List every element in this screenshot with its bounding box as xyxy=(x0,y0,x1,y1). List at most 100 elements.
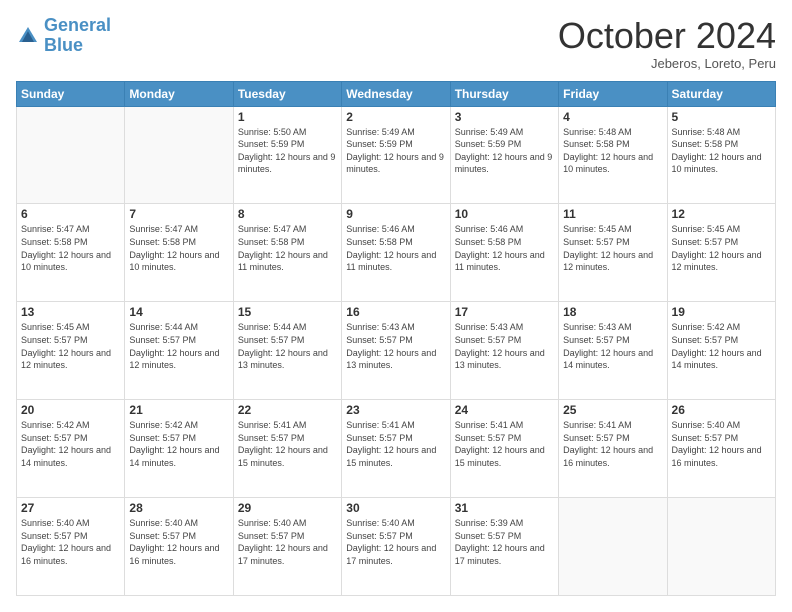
day-info: Sunrise: 5:41 AM Sunset: 5:57 PM Dayligh… xyxy=(346,419,445,469)
weekday-header-wednesday: Wednesday xyxy=(342,81,450,106)
day-number: 22 xyxy=(238,403,337,417)
calendar-cell: 11 Sunrise: 5:45 AM Sunset: 5:57 PM Dayli… xyxy=(559,204,667,302)
day-info: Sunrise: 5:48 AM Sunset: 5:58 PM Dayligh… xyxy=(672,126,771,176)
day-info: Sunrise: 5:48 AM Sunset: 5:58 PM Dayligh… xyxy=(563,126,662,176)
weekday-header-saturday: Saturday xyxy=(667,81,775,106)
day-number: 1 xyxy=(238,110,337,124)
title-block: October 2024 Jeberos, Loreto, Peru xyxy=(558,16,776,71)
month-title: October 2024 xyxy=(558,16,776,56)
day-number: 3 xyxy=(455,110,554,124)
day-number: 9 xyxy=(346,207,445,221)
calendar-cell: 29 Sunrise: 5:40 AM Sunset: 5:57 PM Dayli… xyxy=(233,498,341,596)
calendar-cell: 13 Sunrise: 5:45 AM Sunset: 5:57 PM Dayli… xyxy=(17,302,125,400)
day-number: 12 xyxy=(672,207,771,221)
calendar-cell: 14 Sunrise: 5:44 AM Sunset: 5:57 PM Dayli… xyxy=(125,302,233,400)
day-number: 25 xyxy=(563,403,662,417)
day-number: 11 xyxy=(563,207,662,221)
calendar-cell: 7 Sunrise: 5:47 AM Sunset: 5:58 PM Daylig… xyxy=(125,204,233,302)
day-info: Sunrise: 5:41 AM Sunset: 5:57 PM Dayligh… xyxy=(563,419,662,469)
calendar-cell: 6Sunrise: 5:47 AM Sunset: 5:58 PM Daylig… xyxy=(17,204,125,302)
calendar-cell: 12 Sunrise: 5:45 AM Sunset: 5:57 PM Dayli… xyxy=(667,204,775,302)
calendar-cell: 30Sunrise: 5:40 AM Sunset: 5:57 PM Dayli… xyxy=(342,498,450,596)
week-row-4: 27Sunrise: 5:40 AM Sunset: 5:57 PM Dayli… xyxy=(17,498,776,596)
day-info: Sunrise: 5:47 AM Sunset: 5:58 PM Dayligh… xyxy=(129,223,228,273)
day-info: Sunrise: 5:50 AM Sunset: 5:59 PM Dayligh… xyxy=(238,126,337,176)
day-number: 4 xyxy=(563,110,662,124)
calendar-cell: 15 Sunrise: 5:44 AM Sunset: 5:57 PM Dayli… xyxy=(233,302,341,400)
calendar-cell: 1 Sunrise: 5:50 AM Sunset: 5:59 PM Daylig… xyxy=(233,106,341,204)
day-info: Sunrise: 5:40 AM Sunset: 5:57 PM Dayligh… xyxy=(238,517,337,567)
calendar-cell xyxy=(17,106,125,204)
calendar-cell: 24 Sunrise: 5:41 AM Sunset: 5:57 PM Dayli… xyxy=(450,400,558,498)
day-number: 2 xyxy=(346,110,445,124)
week-row-0: 1 Sunrise: 5:50 AM Sunset: 5:59 PM Daylig… xyxy=(17,106,776,204)
calendar-cell: 21 Sunrise: 5:42 AM Sunset: 5:57 PM Dayli… xyxy=(125,400,233,498)
day-number: 8 xyxy=(238,207,337,221)
day-number: 21 xyxy=(129,403,228,417)
day-info: Sunrise: 5:49 AM Sunset: 5:59 PM Dayligh… xyxy=(455,126,554,176)
calendar-cell xyxy=(667,498,775,596)
day-number: 7 xyxy=(129,207,228,221)
logo-icon xyxy=(16,24,40,48)
weekday-header-tuesday: Tuesday xyxy=(233,81,341,106)
logo: General Blue xyxy=(16,16,111,56)
page: General Blue October 2024 Jeberos, Loret… xyxy=(0,0,792,612)
day-number: 28 xyxy=(129,501,228,515)
day-number: 15 xyxy=(238,305,337,319)
calendar-cell xyxy=(125,106,233,204)
logo-text: General Blue xyxy=(44,16,111,56)
logo-line1: General xyxy=(44,15,111,35)
day-info: Sunrise: 5:43 AM Sunset: 5:57 PM Dayligh… xyxy=(346,321,445,371)
day-info: Sunrise: 5:43 AM Sunset: 5:57 PM Dayligh… xyxy=(563,321,662,371)
day-number: 20 xyxy=(21,403,120,417)
week-row-3: 20 Sunrise: 5:42 AM Sunset: 5:57 PM Dayli… xyxy=(17,400,776,498)
day-info: Sunrise: 5:40 AM Sunset: 5:57 PM Dayligh… xyxy=(129,517,228,567)
day-info: Sunrise: 5:44 AM Sunset: 5:57 PM Dayligh… xyxy=(129,321,228,371)
day-number: 14 xyxy=(129,305,228,319)
calendar-cell: 17Sunrise: 5:43 AM Sunset: 5:57 PM Dayli… xyxy=(450,302,558,400)
calendar-cell: 5Sunrise: 5:48 AM Sunset: 5:58 PM Daylig… xyxy=(667,106,775,204)
day-info: Sunrise: 5:41 AM Sunset: 5:57 PM Dayligh… xyxy=(455,419,554,469)
day-number: 17 xyxy=(455,305,554,319)
day-info: Sunrise: 5:42 AM Sunset: 5:57 PM Dayligh… xyxy=(129,419,228,469)
day-info: Sunrise: 5:40 AM Sunset: 5:57 PM Dayligh… xyxy=(21,517,120,567)
calendar-cell: 27Sunrise: 5:40 AM Sunset: 5:57 PM Dayli… xyxy=(17,498,125,596)
day-info: Sunrise: 5:42 AM Sunset: 5:57 PM Dayligh… xyxy=(672,321,771,371)
day-number: 30 xyxy=(346,501,445,515)
day-info: Sunrise: 5:47 AM Sunset: 5:58 PM Dayligh… xyxy=(21,223,120,273)
calendar-cell: 25 Sunrise: 5:41 AM Sunset: 5:57 PM Dayli… xyxy=(559,400,667,498)
logo-line2: Blue xyxy=(44,36,111,56)
calendar-cell: 26Sunrise: 5:40 AM Sunset: 5:57 PM Dayli… xyxy=(667,400,775,498)
weekday-header-monday: Monday xyxy=(125,81,233,106)
calendar-cell: 4 Sunrise: 5:48 AM Sunset: 5:58 PM Daylig… xyxy=(559,106,667,204)
calendar-cell: 16Sunrise: 5:43 AM Sunset: 5:57 PM Dayli… xyxy=(342,302,450,400)
calendar-cell: 10Sunrise: 5:46 AM Sunset: 5:58 PM Dayli… xyxy=(450,204,558,302)
day-info: Sunrise: 5:46 AM Sunset: 5:58 PM Dayligh… xyxy=(346,223,445,273)
calendar-cell: 28 Sunrise: 5:40 AM Sunset: 5:57 PM Dayli… xyxy=(125,498,233,596)
location: Jeberos, Loreto, Peru xyxy=(558,56,776,71)
day-number: 13 xyxy=(21,305,120,319)
calendar-cell: 2 Sunrise: 5:49 AM Sunset: 5:59 PM Daylig… xyxy=(342,106,450,204)
day-info: Sunrise: 5:45 AM Sunset: 5:57 PM Dayligh… xyxy=(21,321,120,371)
day-number: 18 xyxy=(563,305,662,319)
day-number: 29 xyxy=(238,501,337,515)
day-info: Sunrise: 5:42 AM Sunset: 5:57 PM Dayligh… xyxy=(21,419,120,469)
day-number: 19 xyxy=(672,305,771,319)
day-info: Sunrise: 5:45 AM Sunset: 5:57 PM Dayligh… xyxy=(563,223,662,273)
calendar-cell: 20 Sunrise: 5:42 AM Sunset: 5:57 PM Dayli… xyxy=(17,400,125,498)
day-info: Sunrise: 5:49 AM Sunset: 5:59 PM Dayligh… xyxy=(346,126,445,176)
weekday-header-sunday: Sunday xyxy=(17,81,125,106)
calendar-cell: 8 Sunrise: 5:47 AM Sunset: 5:58 PM Daylig… xyxy=(233,204,341,302)
weekday-header-row: SundayMondayTuesdayWednesdayThursdayFrid… xyxy=(17,81,776,106)
day-info: Sunrise: 5:47 AM Sunset: 5:58 PM Dayligh… xyxy=(238,223,337,273)
calendar-cell: 19 Sunrise: 5:42 AM Sunset: 5:57 PM Dayli… xyxy=(667,302,775,400)
week-row-2: 13 Sunrise: 5:45 AM Sunset: 5:57 PM Dayli… xyxy=(17,302,776,400)
calendar-cell xyxy=(559,498,667,596)
calendar-cell: 9 Sunrise: 5:46 AM Sunset: 5:58 PM Daylig… xyxy=(342,204,450,302)
calendar-cell: 31Sunrise: 5:39 AM Sunset: 5:57 PM Dayli… xyxy=(450,498,558,596)
calendar-cell: 22 Sunrise: 5:41 AM Sunset: 5:57 PM Dayli… xyxy=(233,400,341,498)
day-info: Sunrise: 5:41 AM Sunset: 5:57 PM Dayligh… xyxy=(238,419,337,469)
day-info: Sunrise: 5:44 AM Sunset: 5:57 PM Dayligh… xyxy=(238,321,337,371)
day-info: Sunrise: 5:45 AM Sunset: 5:57 PM Dayligh… xyxy=(672,223,771,273)
day-number: 24 xyxy=(455,403,554,417)
